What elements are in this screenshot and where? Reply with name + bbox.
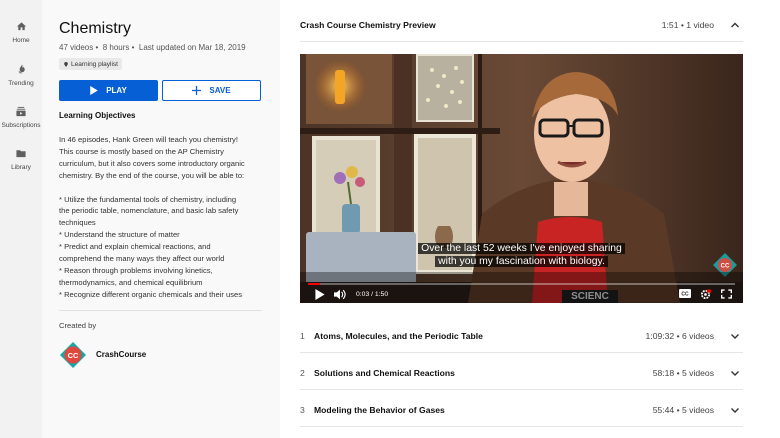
save-label: SAVE bbox=[209, 86, 231, 95]
bulb-icon bbox=[64, 61, 68, 67]
folder-icon bbox=[0, 146, 42, 160]
caption-line-1: Over the last 52 weeks I've enjoyed shar… bbox=[418, 243, 625, 254]
captions-icon[interactable]: CC bbox=[679, 289, 691, 298]
svg-text:CC: CC bbox=[681, 292, 689, 298]
flame-icon bbox=[0, 62, 42, 76]
plus-icon bbox=[192, 86, 202, 95]
section-title: Solutions and Chemical Reactions bbox=[314, 368, 455, 378]
learning-objectives-heading: Learning Objectives bbox=[59, 111, 136, 120]
section-meta: 1:09:32 • 6 videos bbox=[645, 331, 714, 341]
playlist-info-panel: Chemistry 47 videos • 8 hours • Last upd… bbox=[42, 0, 280, 438]
learning-playlist-badge: Learning playlist bbox=[59, 58, 122, 70]
chevron-down-icon[interactable] bbox=[729, 367, 741, 379]
settings-icon[interactable] bbox=[700, 289, 711, 300]
created-by-label: Created by bbox=[59, 321, 97, 330]
left-nav: Home Trending Subscriptions Library bbox=[0, 0, 42, 438]
save-button[interactable]: SAVE bbox=[162, 80, 261, 101]
section-number: 2 bbox=[300, 368, 305, 378]
nav-item-library[interactable]: Library bbox=[0, 146, 42, 171]
course-content: Crash Course Chemistry Preview 1:51 • 1 … bbox=[280, 0, 780, 438]
section-3[interactable]: 3 Modeling the Behavior of Gases 55:44 •… bbox=[300, 390, 743, 427]
section-title: Crash Course Chemistry Preview bbox=[300, 20, 436, 30]
video-time: 0:03 / 1:50 bbox=[356, 291, 389, 298]
play-label: PLAY bbox=[106, 86, 127, 95]
play-button[interactable]: PLAY bbox=[59, 80, 158, 101]
nav-item-home[interactable]: Home bbox=[0, 19, 42, 44]
badge-label: Learning playlist bbox=[71, 60, 118, 68]
section-number: 1 bbox=[300, 331, 305, 341]
nav-item-subscriptions[interactable]: Subscriptions bbox=[0, 104, 42, 129]
progress-bar[interactable] bbox=[308, 283, 735, 285]
nav-item-trending[interactable]: Trending bbox=[0, 62, 42, 87]
section-2[interactable]: 2 Solutions and Chemical Reactions 58:18… bbox=[300, 353, 743, 390]
divider bbox=[59, 310, 262, 311]
section-meta: 55:44 • 5 videos bbox=[652, 405, 714, 415]
section-number: 3 bbox=[300, 405, 305, 415]
video-caption: Over the last 52 weeks I've enjoyed shar… bbox=[300, 242, 743, 268]
home-icon bbox=[0, 19, 42, 33]
caption-line-2: with you my fascination with biology. bbox=[435, 256, 608, 267]
section-meta: 1:51 • 1 video bbox=[661, 20, 714, 30]
chevron-down-icon[interactable] bbox=[729, 330, 741, 342]
play-icon bbox=[90, 86, 98, 95]
playlist-title: Chemistry bbox=[59, 20, 132, 37]
player-controls: 0:03 / 1:50 CC bbox=[300, 282, 743, 303]
subscriptions-icon bbox=[0, 104, 42, 118]
playlist-duration: 8 hours bbox=[102, 43, 130, 52]
nav-label-subscriptions: Subscriptions bbox=[1, 122, 41, 129]
video-count: 47 videos bbox=[59, 43, 94, 52]
section-preview[interactable]: Crash Course Chemistry Preview 1:51 • 1 … bbox=[300, 5, 743, 42]
nav-label-trending: Trending bbox=[8, 80, 34, 87]
playlist-meta: 47 videos • 8 hours • Last updated on Ma… bbox=[59, 43, 246, 52]
video-player[interactable]: SCIENC CC Over the last 52 weeks I've en… bbox=[300, 54, 743, 303]
chevron-up-icon[interactable] bbox=[729, 19, 741, 31]
section-title: Atoms, Molecules, and the Periodic Table bbox=[314, 331, 483, 341]
volume-icon[interactable] bbox=[334, 289, 347, 300]
section-meta: 58:18 • 5 videos bbox=[652, 368, 714, 378]
crashcourse-logo[interactable]: CC bbox=[59, 341, 87, 369]
fullscreen-icon[interactable] bbox=[721, 289, 732, 299]
playlist-description: In 46 episodes, Hank Green will teach yo… bbox=[59, 135, 245, 299]
section-1[interactable]: 1 Atoms, Molecules, and the Periodic Tab… bbox=[300, 316, 743, 353]
nav-label-home: Home bbox=[12, 37, 30, 44]
play-icon[interactable] bbox=[315, 289, 325, 300]
nav-label-library: Library bbox=[11, 164, 31, 171]
creator-name-link[interactable]: CrashCourse bbox=[96, 350, 146, 359]
last-updated: Last updated on Mar 18, 2019 bbox=[138, 43, 246, 52]
progress-fill bbox=[308, 283, 320, 285]
section-title: Modeling the Behavior of Gases bbox=[314, 405, 445, 415]
logo-text: CC bbox=[68, 351, 79, 360]
chevron-down-icon[interactable] bbox=[729, 404, 741, 416]
